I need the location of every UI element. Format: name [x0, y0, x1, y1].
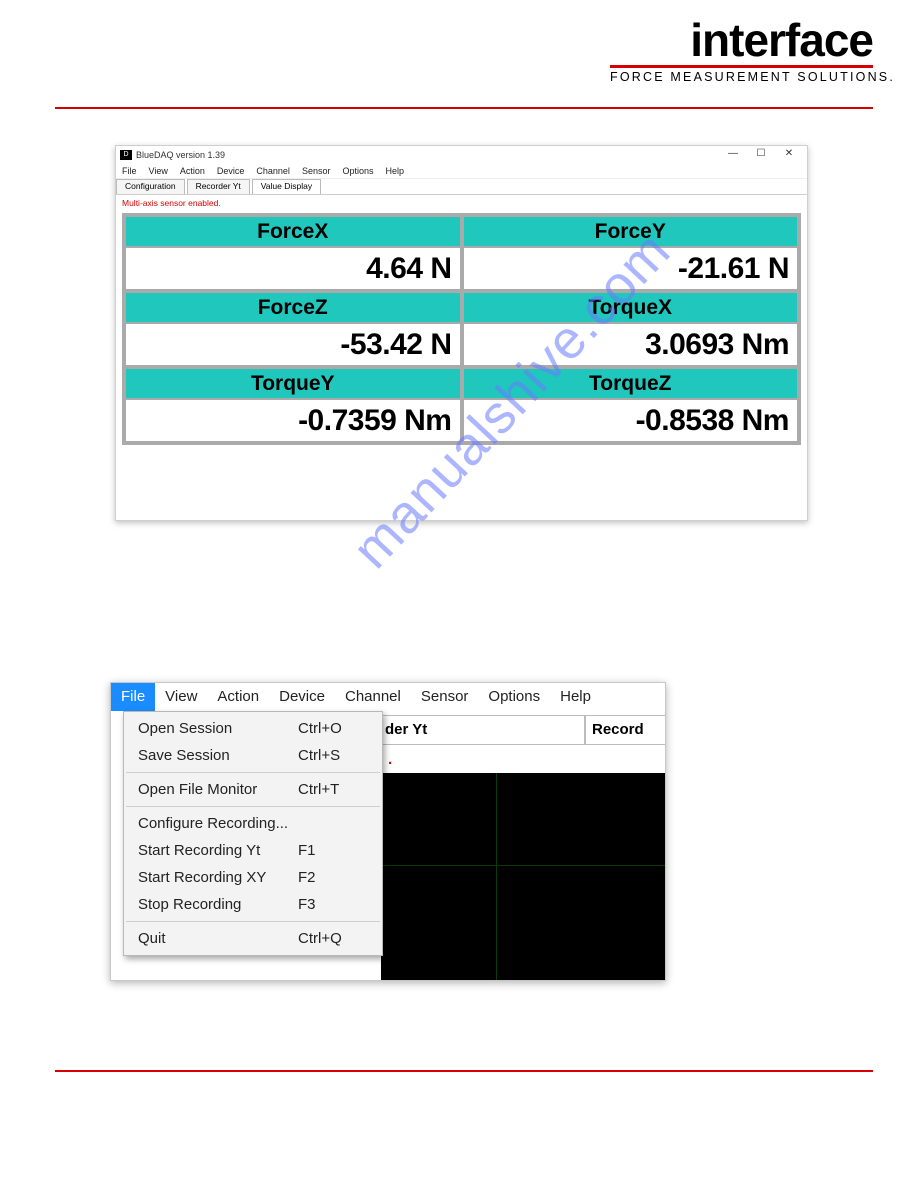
titlebar[interactable]: D BlueDAQ version 1.39 — ☐ ✕ [116, 146, 807, 164]
menu-help[interactable]: Help [386, 166, 405, 176]
menuitem-quit[interactable]: Quit Ctrl+Q [124, 925, 382, 952]
menuitem-accel: F1 [298, 842, 368, 859]
menuitem-label: Quit [138, 930, 298, 947]
close-button[interactable]: ✕ [775, 146, 803, 164]
menu-device[interactable]: Device [217, 166, 245, 176]
label-torquey: TorqueY [126, 369, 460, 400]
cell-torquey: TorqueY -0.7359 Nm [124, 367, 462, 443]
menuitem-label: Open File Monitor [138, 781, 298, 798]
label-torquex: TorqueX [464, 293, 798, 324]
brand-logo: interface FORCE MEASUREMENT SOLUTIONS. [610, 20, 873, 84]
cell-forcex: ForceX 4.64 N [124, 215, 462, 291]
menuitem-label: Start Recording XY [138, 869, 298, 886]
cell-forcey: ForceY -21.61 N [462, 215, 800, 291]
menuitem-accel: Ctrl+S [298, 747, 368, 764]
menuitem-label: Stop Recording [138, 896, 298, 913]
minimize-button[interactable]: — [719, 146, 747, 164]
menu-channel[interactable]: Channel [335, 683, 411, 711]
menu-device[interactable]: Device [269, 683, 335, 711]
page-rule-bottom [55, 1070, 873, 1072]
menu-options[interactable]: Options [342, 166, 373, 176]
cell-torquez: TorqueZ -0.8538 Nm [462, 367, 800, 443]
file-menu-dropdown: Open Session Ctrl+O Save Session Ctrl+S … [123, 711, 383, 956]
menuitem-accel: Ctrl+T [298, 781, 368, 798]
value-forcey: -21.61 N [464, 248, 798, 289]
menuitem-stop-recording[interactable]: Stop Recording F3 [124, 891, 382, 918]
menuitem-open-session[interactable]: Open Session Ctrl+O [124, 715, 382, 742]
menuitem-label: Configure Recording... [138, 815, 298, 832]
menuitem-save-session[interactable]: Save Session Ctrl+S [124, 742, 382, 769]
plot-area[interactable] [381, 773, 665, 980]
label-torquez: TorqueZ [464, 369, 798, 400]
cell-torquex: TorqueX 3.0693 Nm [462, 291, 800, 367]
value-forcex: 4.64 N [126, 248, 460, 289]
menuitem-label: Save Session [138, 747, 298, 764]
value-forcez: -53.42 N [126, 324, 460, 365]
logo-tagline: FORCE MEASUREMENT SOLUTIONS. [610, 70, 873, 84]
value-torquex: 3.0693 Nm [464, 324, 798, 365]
menuitem-accel [298, 815, 368, 832]
label-forcey: ForceY [464, 217, 798, 248]
app-icon: D [120, 150, 132, 160]
value-torquez: -0.8538 Nm [464, 400, 798, 441]
value-torquey: -0.7359 Nm [126, 400, 460, 441]
tab-value-display[interactable]: Value Display [252, 179, 321, 194]
maximize-button[interactable]: ☐ [747, 146, 775, 164]
menu-separator [126, 806, 380, 807]
menu-channel[interactable]: Channel [256, 166, 290, 176]
window-bluedaq-value-display: D BlueDAQ version 1.39 — ☐ ✕ File View A… [115, 145, 808, 521]
status-note: Multi-axis sensor enabled. [116, 195, 807, 211]
window-file-menu-open: File View Action Device Channel Sensor O… [110, 682, 666, 981]
menuitem-accel: F2 [298, 869, 368, 886]
menu-sensor[interactable]: Sensor [302, 166, 331, 176]
menuitem-label: Open Session [138, 720, 298, 737]
cell-forcez: ForceZ -53.42 N [124, 291, 462, 367]
tab-recorder-yt[interactable]: Recorder Yt [187, 179, 250, 194]
logo-word: interface [610, 20, 873, 61]
menu-action[interactable]: Action [180, 166, 205, 176]
menuitem-open-file-monitor[interactable]: Open File Monitor Ctrl+T [124, 776, 382, 803]
menu-view[interactable]: View [155, 683, 207, 711]
menuitem-label: Start Recording Yt [138, 842, 298, 859]
menuitem-accel: Ctrl+O [298, 720, 368, 737]
tab-record-partial[interactable]: Record [585, 715, 665, 745]
status-fragment: . [388, 751, 392, 768]
window-title: BlueDAQ version 1.39 [136, 150, 225, 160]
menu-help[interactable]: Help [550, 683, 601, 711]
tab-configuration[interactable]: Configuration [116, 179, 185, 194]
menu-action[interactable]: Action [207, 683, 269, 711]
label-forcez: ForceZ [126, 293, 460, 324]
menu-options[interactable]: Options [478, 683, 550, 711]
menu-file[interactable]: File [122, 166, 137, 176]
menu-separator [126, 772, 380, 773]
tab-recorder-yt-partial[interactable]: der Yt [381, 715, 585, 745]
menuitem-start-recording-xy[interactable]: Start Recording XY F2 [124, 864, 382, 891]
tab-row: Configuration Recorder Yt Value Display [116, 179, 807, 195]
menuitem-start-recording-yt[interactable]: Start Recording Yt F1 [124, 837, 382, 864]
menuitem-configure-recording[interactable]: Configure Recording... [124, 810, 382, 837]
page-rule-top [55, 107, 873, 109]
menu-file[interactable]: File [111, 683, 155, 711]
menu-separator [126, 921, 380, 922]
menubar: File View Action Device Channel Sensor O… [111, 683, 665, 711]
tab-row-partial: der Yt Record [381, 715, 665, 745]
value-grid: ForceX 4.64 N ForceY -21.61 N ForceZ -53… [122, 213, 801, 445]
menuitem-accel: Ctrl+Q [298, 930, 368, 947]
menubar: File View Action Device Channel Sensor O… [116, 164, 807, 179]
menu-view[interactable]: View [149, 166, 168, 176]
menuitem-accel: F3 [298, 896, 368, 913]
label-forcex: ForceX [126, 217, 460, 248]
menu-sensor[interactable]: Sensor [411, 683, 479, 711]
